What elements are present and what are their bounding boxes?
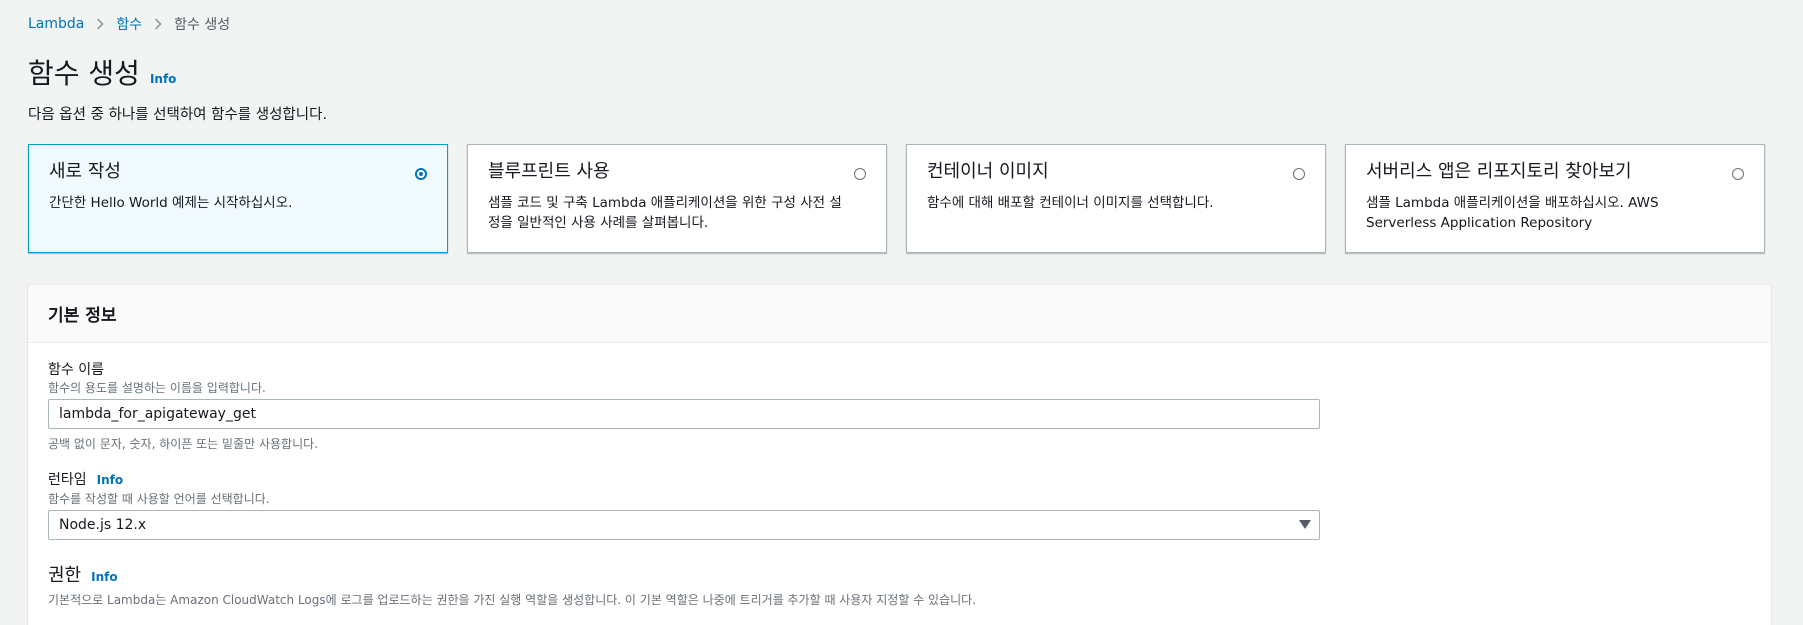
permissions-label: 권한 Info — [48, 561, 118, 587]
creation-options: 새로 작성 간단한 Hello World 예제는 시작하십시오. 블루프린트 … — [28, 144, 1765, 253]
option-title: 새로 작성 — [49, 161, 121, 182]
function-name-description: 함수의 용도를 설명하는 이름을 입력합니다. — [48, 381, 266, 395]
permissions-description: 기본적으로 Lambda는 Amazon CloudWatch Logs에 로그… — [48, 593, 977, 607]
runtime-description: 함수를 작성할 때 사용할 언어를 선택합니다. — [48, 492, 270, 506]
option-title: 서버리스 앱은 리포지토리 찾아보기 — [1366, 161, 1632, 182]
runtime-label: 런타임 Info — [48, 469, 123, 489]
breadcrumb: Lambda 함수 함수 생성 — [28, 14, 230, 34]
option-title: 컨테이너 이미지 — [927, 161, 1049, 182]
permissions-label-text: 권한 — [48, 565, 82, 586]
runtime-selected-value: Node.js 12.x — [59, 517, 147, 533]
runtime-info-link[interactable]: Info — [97, 473, 123, 487]
page-header: 함수 생성 Info — [28, 52, 176, 92]
option-title: 블루프린트 사용 — [488, 161, 610, 182]
caret-down-icon — [1299, 520, 1311, 530]
basic-info-panel: 기본 정보 함수 이름 함수의 용도를 설명하는 이름을 입력합니다. 공백 없… — [28, 284, 1771, 625]
option-use-blueprint[interactable]: 블루프린트 사용 샘플 코드 및 구축 Lambda 애플리케이션을 위한 구성… — [467, 144, 887, 253]
function-name-label-text: 함수 이름 — [48, 362, 104, 378]
panel-title: 기본 정보 — [48, 306, 117, 326]
breadcrumb-functions[interactable]: 함수 — [116, 14, 142, 34]
permissions-info-link[interactable]: Info — [91, 570, 117, 584]
option-description: 간단한 Hello World 예제는 시작하십시오. — [49, 195, 293, 211]
radio-selected-icon[interactable] — [415, 168, 427, 180]
function-name-input[interactable] — [48, 399, 1320, 429]
chevron-right-icon — [96, 18, 104, 30]
option-description: 함수에 대해 배포할 컨테이너 이미지를 선택합니다. — [927, 195, 1214, 211]
function-name-label: 함수 이름 — [48, 359, 104, 379]
option-description: 샘플 Lambda 애플리케이션을 배포하십시오. AWS Serverless… — [1366, 195, 1659, 231]
panel-header: 기본 정보 — [28, 285, 1771, 343]
chevron-right-icon — [154, 18, 162, 30]
breadcrumb-current: 함수 생성 — [174, 17, 231, 33]
page-info-link[interactable]: Info — [150, 72, 176, 86]
page-subtitle: 다음 옵션 중 하나를 선택하여 함수를 생성합니다. — [28, 107, 328, 123]
option-author-from-scratch[interactable]: 새로 작성 간단한 Hello World 예제는 시작하십시오. — [28, 144, 448, 253]
page-title: 함수 생성 — [28, 57, 140, 90]
option-container-image[interactable]: 컨테이너 이미지 함수에 대해 배포할 컨테이너 이미지를 선택합니다. — [906, 144, 1326, 253]
runtime-label-text: 런타임 — [48, 472, 87, 488]
radio-unselected-icon[interactable] — [1732, 168, 1744, 180]
option-description: 샘플 코드 및 구축 Lambda 애플리케이션을 위한 구성 사전 설정을 일… — [488, 195, 842, 231]
breadcrumb-lambda[interactable]: Lambda — [28, 16, 84, 32]
radio-unselected-icon[interactable] — [854, 168, 866, 180]
function-name-hint: 공백 없이 문자, 숫자, 하이픈 또는 밑줄만 사용합니다. — [48, 437, 318, 451]
option-serverless-repo[interactable]: 서버리스 앱은 리포지토리 찾아보기 샘플 Lambda 애플리케이션을 배포하… — [1345, 144, 1765, 253]
runtime-select[interactable]: Node.js 12.x — [48, 510, 1320, 540]
radio-unselected-icon[interactable] — [1293, 168, 1305, 180]
